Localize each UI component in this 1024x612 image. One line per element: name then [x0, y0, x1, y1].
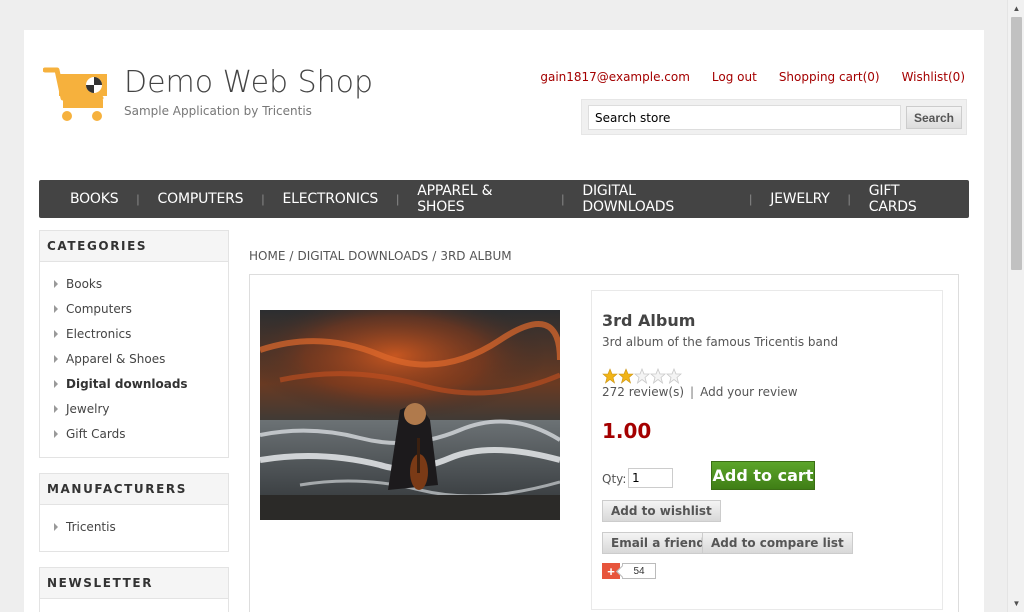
category-label: Books — [66, 276, 103, 291]
product-price: 1.00 — [602, 419, 652, 443]
add-to-cart-button[interactable]: Add to cart — [711, 461, 815, 490]
shopping-cart-link[interactable]: Shopping cart(0) — [779, 70, 880, 84]
add-review-link[interactable]: Add your review — [700, 385, 798, 399]
add-to-compare-button[interactable]: Add to compare list — [702, 532, 853, 554]
arrow-right-icon — [54, 329, 58, 338]
star-empty-icon — [633, 368, 651, 384]
arrow-right-icon — [54, 379, 58, 388]
breadcrumb: HOME / DIGITAL DOWNLOADS/3RD ALBUM — [249, 249, 512, 263]
site-subtitle: Sample Application by Tricentis — [124, 104, 312, 118]
album-cover-image — [260, 310, 560, 520]
arrow-right-icon — [54, 354, 58, 363]
search-button[interactable]: Search — [906, 106, 962, 129]
manufacturers-block: MANUFACTURERS Tricentis — [39, 473, 229, 552]
scroll-up-arrow-icon[interactable]: ▲ — [1008, 0, 1024, 17]
product-overview: 3rd Album 3rd album of the famous Tricen… — [591, 290, 943, 610]
top-menu: BOOKS | COMPUTERS | ELECTRONICS | APPARE… — [39, 180, 969, 218]
arrow-right-icon — [54, 522, 58, 531]
star-filled-icon — [602, 368, 618, 384]
product-short-description: 3rd album of the famous Tricentis band — [602, 335, 839, 349]
menu-item-electronics[interactable]: ELECTRONICS — [264, 191, 396, 207]
category-label: Gift Cards — [66, 426, 126, 441]
breadcrumb-separator: / — [289, 249, 294, 263]
category-item-electronics[interactable]: Electronics — [54, 321, 228, 346]
product-title: 3rd Album — [602, 311, 696, 330]
category-label: Jewelry — [66, 401, 110, 416]
star-filled-icon — [618, 368, 634, 384]
product-details: 3rd Album 3rd album of the famous Tricen… — [249, 274, 959, 612]
product-image[interactable] — [260, 310, 560, 520]
menu-item-gift-cards[interactable]: GIFT CARDS — [851, 183, 969, 215]
category-item-jewelry[interactable]: Jewelry — [54, 396, 228, 421]
header-links: gain1817@example.com Log out Shopping ca… — [518, 70, 965, 84]
wishlist-link[interactable]: Wishlist(0) — [902, 70, 965, 84]
add-to-wishlist-button[interactable]: Add to wishlist — [602, 500, 721, 522]
quantity-input[interactable]: 1 — [628, 468, 673, 488]
page-scrollbar[interactable]: ▲ ▼ — [1007, 0, 1024, 612]
share-count: 54 — [622, 563, 656, 579]
scroll-thumb[interactable] — [1011, 17, 1022, 270]
category-item-books[interactable]: Books — [54, 271, 228, 296]
account-link[interactable]: gain1817@example.com — [540, 70, 690, 84]
email-a-friend-button[interactable]: Email a friend — [602, 532, 715, 554]
category-label: Computers — [66, 301, 132, 316]
manufacturer-label: Tricentis — [66, 519, 116, 534]
site-logo[interactable]: Demo Web Shop Sample Application by Tric… — [43, 66, 373, 124]
breadcrumb-digital-downloads[interactable]: DIGITAL DOWNLOADS — [297, 249, 428, 263]
category-item-gift-cards[interactable]: Gift Cards — [54, 421, 228, 446]
shopping-cart-logo-icon — [43, 67, 107, 121]
arrow-right-icon — [54, 279, 58, 288]
categories-block: CATEGORIES Books Computers Electronics A… — [39, 230, 229, 458]
site-title: Demo Web Shop — [124, 65, 374, 100]
star-empty-icon — [665, 368, 682, 384]
rating-stars — [602, 368, 682, 384]
breadcrumb-separator: / — [432, 249, 437, 263]
search-box: Search store Search — [581, 99, 967, 135]
menu-item-jewelry[interactable]: JEWELRY — [752, 191, 847, 207]
menu-item-digital-downloads[interactable]: DIGITAL DOWNLOADS — [564, 183, 749, 215]
arrow-right-icon — [54, 404, 58, 413]
categories-title: CATEGORIES — [40, 231, 228, 262]
reviews-separator: | — [690, 385, 695, 399]
menu-item-books[interactable]: BOOKS — [52, 191, 136, 207]
category-item-apparel-shoes[interactable]: Apparel & Shoes — [54, 346, 228, 371]
product-reviews: 272 review(s) | Add your review — [602, 385, 798, 399]
newsletter-block: NEWSLETTER — [39, 567, 229, 612]
breadcrumb-current: 3RD ALBUM — [440, 249, 512, 263]
menu-item-computers[interactable]: COMPUTERS — [140, 191, 262, 207]
qty-label: Qty: — [602, 472, 627, 486]
menu-item-apparel-shoes[interactable]: APPAREL & SHOES — [399, 183, 561, 215]
search-input[interactable]: Search store — [588, 105, 901, 130]
logout-link[interactable]: Log out — [712, 70, 757, 84]
scroll-down-arrow-icon[interactable]: ▼ — [1008, 595, 1024, 612]
category-item-computers[interactable]: Computers — [54, 296, 228, 321]
arrow-right-icon — [54, 429, 58, 438]
manufacturers-title: MANUFACTURERS — [40, 474, 228, 505]
category-label: Digital downloads — [66, 376, 188, 391]
breadcrumb-home[interactable]: HOME — [249, 249, 285, 263]
page-container: Demo Web Shop Sample Application by Tric… — [24, 30, 984, 612]
category-label: Apparel & Shoes — [66, 351, 166, 366]
category-label: Electronics — [66, 326, 132, 341]
category-item-digital-downloads[interactable]: Digital downloads — [54, 371, 228, 396]
arrow-right-icon — [54, 304, 58, 313]
reviews-count-link[interactable]: 272 review(s) — [602, 385, 684, 399]
manufacturer-item-tricentis[interactable]: Tricentis — [54, 514, 228, 539]
star-empty-icon — [649, 368, 667, 384]
newsletter-title: NEWSLETTER — [40, 568, 228, 599]
